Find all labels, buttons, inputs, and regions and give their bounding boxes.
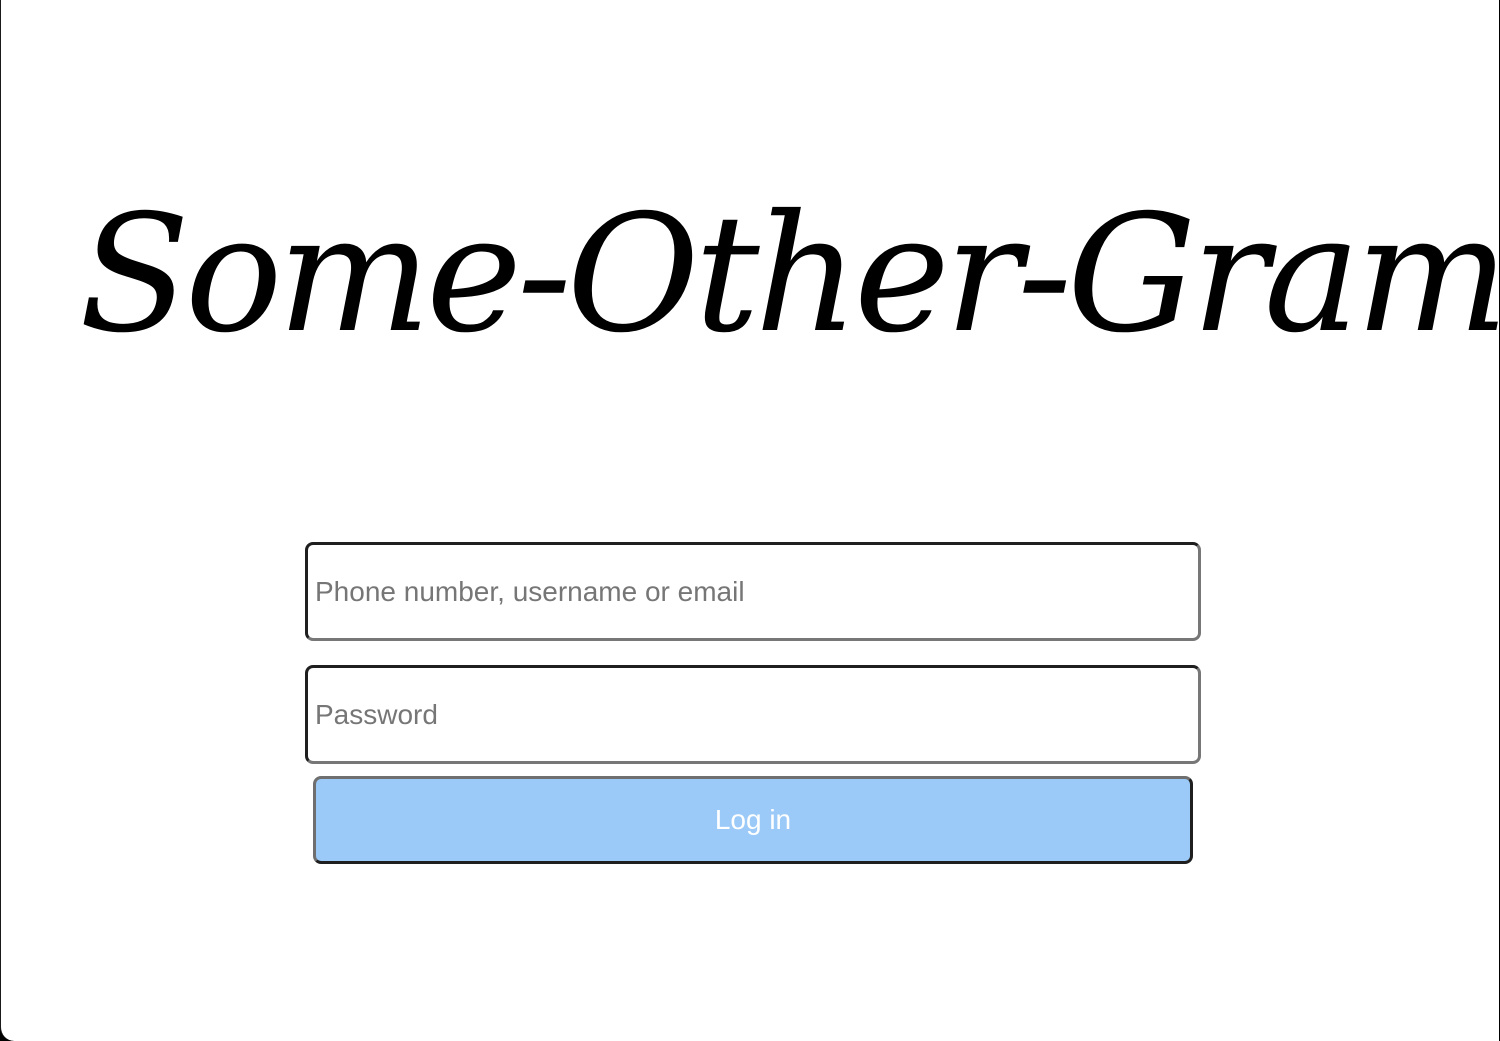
login-page: Some-Other-Gram Log in bbox=[0, 0, 1499, 1041]
login-button[interactable]: Log in bbox=[313, 776, 1193, 864]
password-input[interactable] bbox=[305, 665, 1201, 764]
username-input[interactable] bbox=[305, 542, 1201, 641]
app-logo: Some-Other-Gram bbox=[79, 181, 1499, 369]
